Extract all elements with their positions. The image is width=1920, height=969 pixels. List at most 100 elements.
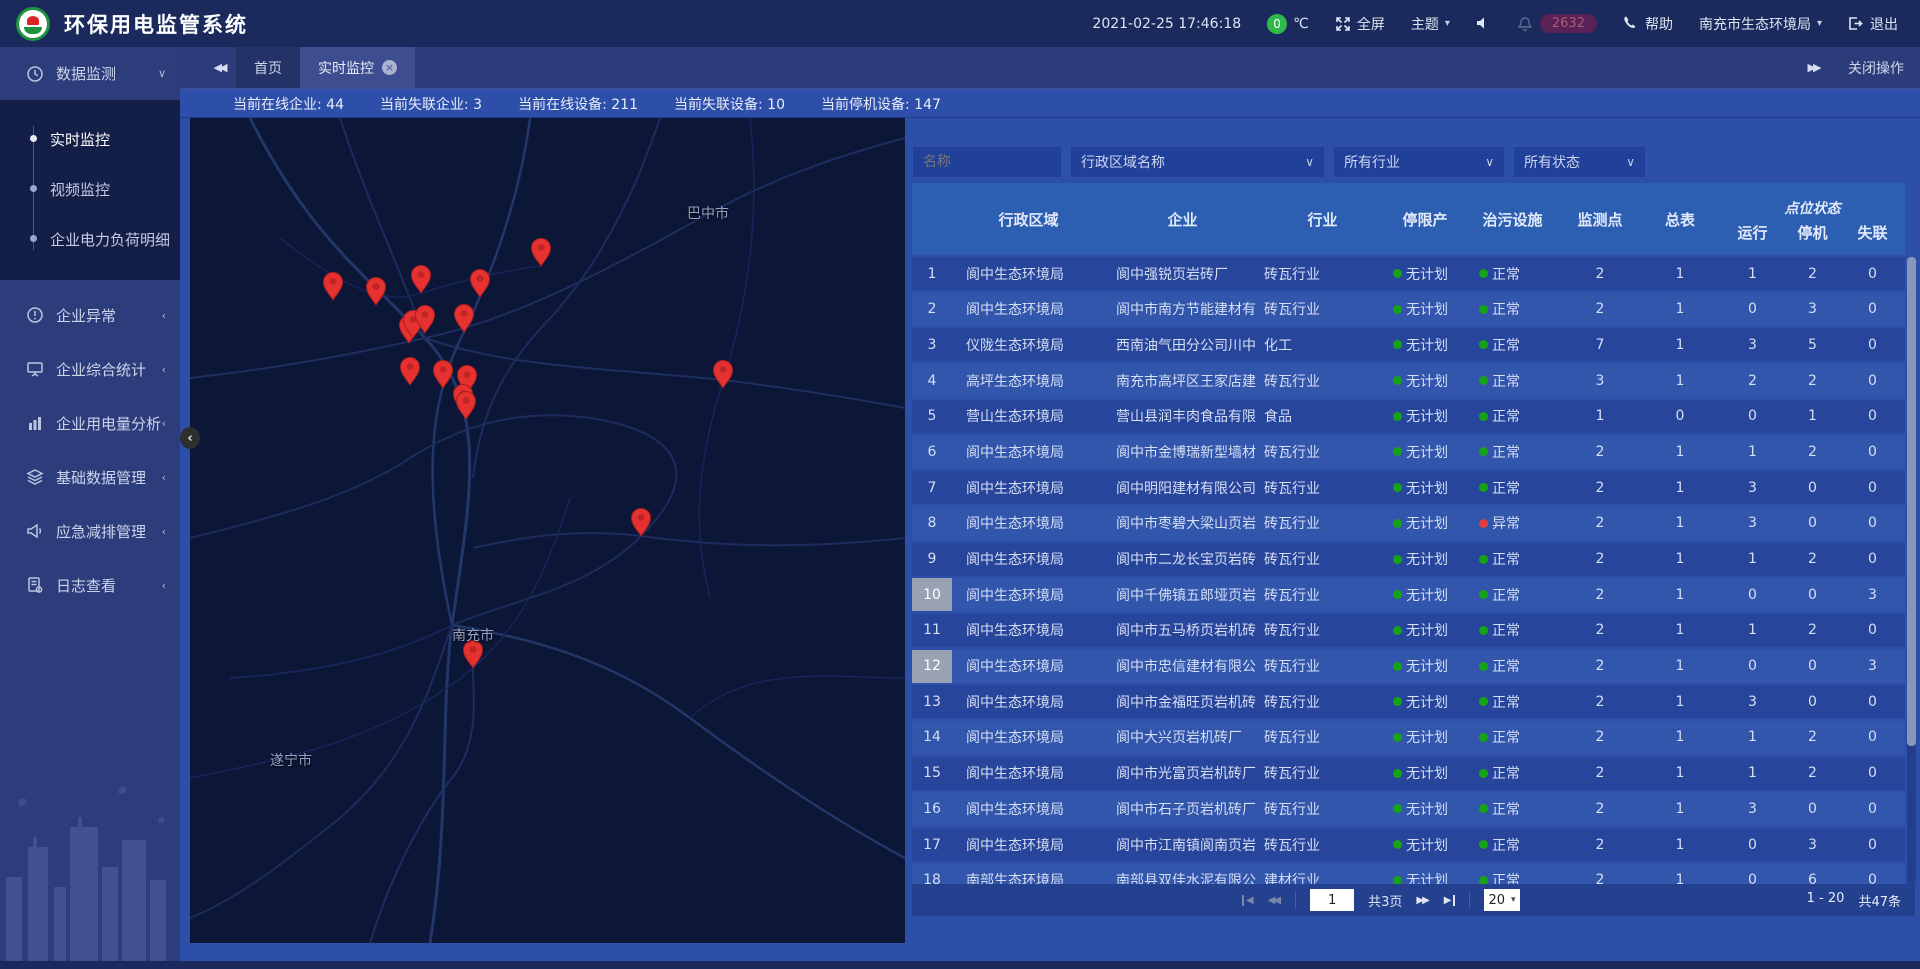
table-row[interactable]: 12阆中生态环境局阆中市忠信建材有限公砖瓦行业无计划正常21003	[912, 650, 1905, 683]
tab-home[interactable]: 首页	[236, 47, 300, 88]
cell-region: 阆中生态环境局	[952, 757, 1105, 790]
sidebar-item-enterprise-stats[interactable]: 企业综合统计 ‹	[0, 342, 180, 396]
cell-stop-plan: 无计划	[1385, 543, 1465, 576]
name-filter-field[interactable]	[912, 146, 1062, 178]
table-row[interactable]: 7阆中生态环境局阆中明阳建材有限公司砖瓦行业无计划正常21300	[912, 471, 1905, 504]
table-row[interactable]: 2阆中生态环境局阆中市南方节能建材有砖瓦行业无计划正常21030	[912, 293, 1905, 326]
cell-company: 阆中市南方节能建材有	[1105, 293, 1260, 326]
status-dot-green	[1479, 412, 1488, 421]
notifications-button[interactable]: 2632	[1518, 14, 1597, 33]
alert-circle-icon	[26, 306, 44, 324]
sidebar-item-realtime-monitor[interactable]: 实时监控	[0, 114, 180, 164]
table-scrollbar-thumb[interactable]	[1907, 257, 1916, 746]
cell-monitor-points: 2	[1560, 792, 1640, 825]
table-row[interactable]: 18南部生态环境局南部县双佳水泥有限公建材行业无计划正常21060	[912, 864, 1905, 884]
map[interactable]: 巴中市南充市遂宁市	[190, 118, 905, 943]
theme-dropdown[interactable]: 主题 ▾	[1411, 14, 1450, 34]
sidebar-item-video-monitor[interactable]: 视频监控	[0, 164, 180, 214]
logout-button[interactable]: 退出	[1848, 14, 1898, 34]
temperature-unit: ℃	[1293, 16, 1309, 32]
cell-region: 阆中生态环境局	[952, 543, 1105, 576]
tab-realtime-monitor[interactable]: 实时监控 ×	[300, 47, 415, 88]
table-row[interactable]: 3仪陇生态环境局西南油气田分公司川中化工无计划正常71350	[912, 328, 1905, 361]
table-scrollbar	[1907, 257, 1916, 884]
org-dropdown[interactable]: 南充市生态环境局 ▾	[1699, 14, 1822, 34]
cell-lost-count: 0	[1840, 543, 1905, 576]
table-row[interactable]: 10阆中生态环境局阆中千佛镇五郎垭页岩砖瓦行业无计划正常21003	[912, 578, 1905, 611]
cell-stopped-count: 3	[1785, 828, 1840, 861]
cell-stop-plan: 无计划	[1385, 721, 1465, 754]
chevron-left-icon: ‹	[162, 417, 166, 430]
table-row[interactable]: 16阆中生态环境局阆中市石子页岩机砖厂砖瓦行业无计划正常21300	[912, 792, 1905, 825]
sidebar-item-emergency-reduction[interactable]: 应急减排管理 ‹	[0, 504, 180, 558]
close-icon[interactable]: ×	[382, 60, 397, 75]
bar-chart-icon	[26, 414, 44, 432]
name-filter-input[interactable]	[923, 154, 1051, 170]
cell-run-count: 3	[1720, 792, 1785, 825]
sidebar-item-base-data[interactable]: 基础数据管理 ‹	[0, 450, 180, 504]
table-row[interactable]: 4高坪生态环境局南充市高坪区王家店建砖瓦行业无计划正常31220	[912, 364, 1905, 397]
cell-monitor-points: 2	[1560, 543, 1640, 576]
cell-stop-plan: 无计划	[1385, 507, 1465, 540]
table-row[interactable]: 13阆中生态环境局阆中市金福旺页岩机砖砖瓦行业无计划正常21300	[912, 685, 1905, 718]
cell-total-meter: 1	[1640, 364, 1720, 397]
tabs-scroll-right-button[interactable]: ▶▶	[1796, 61, 1830, 74]
cell-company: 阆中强锐页岩砖厂	[1105, 257, 1260, 290]
help-button[interactable]: 帮助	[1623, 14, 1673, 34]
page-size-select[interactable]: 20 ▾	[1484, 889, 1519, 911]
table-row[interactable]: 17阆中生态环境局阆中市江南镇阆南页岩砖瓦行业无计划正常21030	[912, 828, 1905, 861]
chevron-left-icon: ‹	[162, 579, 166, 592]
logout-label: 退出	[1870, 14, 1898, 34]
sidebar-collapse-button[interactable]: ‹	[180, 427, 200, 449]
cell-stopped-count: 2	[1785, 721, 1840, 754]
table-row[interactable]: 8阆中生态环境局阆中市枣碧大梁山页岩砖瓦行业无计划异常21300	[912, 507, 1905, 540]
cell-industry: 砖瓦行业	[1260, 792, 1385, 825]
sidebar-item-power-load-detail[interactable]: 企业电力负荷明细	[0, 214, 180, 264]
cell-run-count: 0	[1720, 650, 1785, 683]
status-dot-green	[1393, 804, 1402, 813]
cell-index: 8	[912, 507, 952, 540]
industry-filter-select[interactable]: 所有行业 ∨	[1333, 146, 1505, 178]
tabs-scroll-left-button[interactable]: ◀◀	[202, 47, 236, 88]
cell-company: 南充市高坪区王家店建	[1105, 364, 1260, 397]
top-header: 环保用电监管系统 2021-02-25 17:46:18 0 ℃ 全屏 主题 ▾	[0, 0, 1920, 47]
cell-industry: 砖瓦行业	[1260, 828, 1385, 861]
cell-stopped-count: 1	[1785, 400, 1840, 433]
cell-monitor-points: 2	[1560, 757, 1640, 790]
region-filter-select[interactable]: 行政区域名称 ∨	[1070, 146, 1325, 178]
table-row[interactable]: 15阆中生态环境局阆中市光富页岩机砖厂砖瓦行业无计划正常21120	[912, 757, 1905, 790]
cell-total-meter: 1	[1640, 650, 1720, 683]
total-pages-label: 共3页	[1368, 891, 1402, 910]
cell-industry: 砖瓦行业	[1260, 543, 1385, 576]
sidebar-item-log-view[interactable]: 日志查看 ‹	[0, 558, 180, 612]
pager-range-info: 1 - 20 共47条	[1807, 891, 1901, 910]
cell-stop-plan: 无计划	[1385, 364, 1465, 397]
table-row[interactable]: 5营山生态环境局营山县润丰肉食品有限食品无计划正常10010	[912, 400, 1905, 433]
sidebar-item-power-analysis[interactable]: 企业用电量分析 ‹	[0, 396, 180, 450]
next-page-button[interactable]: ▶▶	[1416, 895, 1429, 906]
status-filter-select[interactable]: 所有状态 ∨	[1513, 146, 1646, 178]
table-row[interactable]: 9阆中生态环境局阆中市二龙长宝页岩砖砖瓦行业无计划正常21120	[912, 543, 1905, 576]
cell-lost-count: 0	[1840, 828, 1905, 861]
cell-stop-plan: 无计划	[1385, 864, 1465, 884]
status-dot-green	[1393, 340, 1402, 349]
fullscreen-button[interactable]: 全屏	[1335, 14, 1385, 34]
status-dot-green	[1393, 519, 1402, 528]
page-number-input[interactable]	[1310, 889, 1354, 911]
table-row[interactable]: 1阆中生态环境局阆中强锐页岩砖厂砖瓦行业无计划正常21120	[912, 257, 1905, 290]
sidebar-submenu: 实时监控 视频监控 企业电力负荷明细	[0, 100, 180, 280]
first-page-button[interactable]: ◀	[1242, 895, 1254, 906]
sidebar-group-data-monitor[interactable]: 数据监测 ∨	[0, 47, 180, 100]
cell-company: 阆中市枣碧大梁山页岩	[1105, 507, 1260, 540]
city-skyline-decoration	[0, 782, 180, 962]
prev-page-button[interactable]: ◀◀	[1268, 895, 1281, 906]
table-row[interactable]: 11阆中生态环境局阆中市五马桥页岩机砖砖瓦行业无计划正常21120	[912, 614, 1905, 647]
cell-stopped-count: 0	[1785, 578, 1840, 611]
sidebar-item-enterprise-abnormal[interactable]: 企业异常 ‹	[0, 288, 180, 342]
close-operations-button[interactable]: 关闭操作	[1848, 58, 1904, 78]
phone-icon	[1623, 16, 1639, 32]
table-row[interactable]: 14阆中生态环境局阆中大兴页岩机砖厂砖瓦行业无计划正常21120	[912, 721, 1905, 754]
sound-button[interactable]	[1476, 16, 1492, 32]
table-row[interactable]: 6阆中生态环境局阆中市金博瑞新型墙材砖瓦行业无计划正常21120	[912, 435, 1905, 468]
last-page-button[interactable]: ▶	[1444, 895, 1456, 906]
